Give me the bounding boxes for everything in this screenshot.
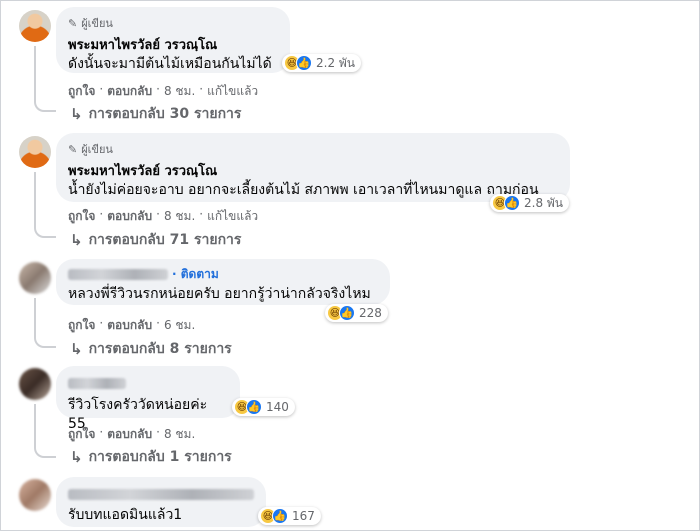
separator-dot: ·	[156, 207, 160, 221]
author-badge-label: ผู้เขียน	[81, 143, 113, 156]
separator-dot: ·	[156, 82, 160, 96]
reaction-summary[interactable]: 😆 👍 140	[232, 398, 295, 416]
reply-arrow-icon: ↳	[70, 105, 83, 123]
separator-dot: ·	[99, 316, 104, 330]
avatar[interactable]	[19, 368, 51, 400]
comment-text: รับบทแอดมินแล้ว1	[68, 507, 183, 523]
commenter-name[interactable]: พระมหาไพรวัลย์ วรวณฺโณ	[68, 34, 278, 55]
like-reaction-icon: 👍	[272, 508, 288, 524]
commenter-name-blurred[interactable]	[68, 269, 168, 280]
reply-button[interactable]: ตอบกลับ	[107, 316, 152, 335]
comment-actions: ถูกใจ · ตอบกลับ · 8 ชม. · แก้ไขแล้ว	[68, 207, 258, 226]
separator-dot: ·	[156, 425, 160, 439]
author-badge-label: ผู้เขียน	[81, 17, 113, 30]
commenter-name-blurred[interactable]	[68, 378, 126, 389]
pencil-icon: ✎	[68, 142, 78, 156]
replies-label: การตอบกลับ 71 รายการ	[88, 232, 242, 248]
like-reaction-icon: 👍	[246, 399, 262, 415]
reaction-count: 140	[266, 400, 289, 414]
separator-dot: ·	[199, 207, 204, 221]
reaction-count: 2.2 พัน	[316, 55, 356, 70]
thread-line	[34, 46, 56, 112]
reply-arrow-icon: ↳	[70, 231, 83, 249]
like-button[interactable]: ถูกใจ	[68, 207, 95, 226]
timestamp[interactable]: 6 ชม.	[164, 316, 195, 335]
edited-label: แก้ไขแล้ว	[207, 84, 259, 98]
follow-button[interactable]: · ติดตาม	[172, 265, 219, 284]
timestamp[interactable]: 8 ชม.	[164, 425, 195, 444]
separator-dot: ·	[199, 82, 204, 96]
like-button[interactable]: ถูกใจ	[68, 425, 95, 444]
thread-line	[34, 404, 56, 458]
reaction-summary[interactable]: 😆 👍 2.8 พัน	[490, 194, 570, 212]
commenter-name-blurred[interactable]	[68, 489, 254, 500]
comment-bubble: ✎ ผู้เขียน พระมหาไพรวัลย์ วรวณฺโณ ดังนั้…	[56, 7, 290, 73]
like-button[interactable]: ถูกใจ	[68, 316, 95, 335]
avatar[interactable]	[19, 10, 51, 42]
replies-label: การตอบกลับ 1 รายการ	[88, 449, 232, 465]
comment-bubble: รีวิวโรงครัววัดหน่อยค่ะ 55	[56, 366, 240, 432]
reaction-count: 2.8 พัน	[524, 195, 564, 210]
pencil-icon: ✎	[68, 16, 78, 30]
avatar[interactable]	[19, 479, 51, 511]
reply-button[interactable]: ตอบกลับ	[107, 82, 152, 101]
thread-line	[34, 172, 56, 238]
like-reaction-icon: 👍	[339, 305, 355, 321]
comment-actions: ถูกใจ · ตอบกลับ · 8 ชม.	[68, 425, 195, 444]
edited-label: แก้ไขแล้ว	[207, 209, 259, 223]
view-replies-button[interactable]: ↳ การตอบกลับ 1 รายการ	[70, 446, 232, 468]
view-replies-button[interactable]: ↳ การตอบกลับ 8 รายการ	[70, 338, 232, 360]
reply-button[interactable]: ตอบกลับ	[107, 207, 152, 226]
separator-dot: ·	[156, 316, 160, 330]
reaction-count: 228	[359, 306, 382, 320]
author-badge: ✎ ผู้เขียน	[68, 14, 278, 32]
reaction-count: 167	[292, 509, 315, 523]
view-replies-button[interactable]: ↳ การตอบกลับ 71 รายการ	[70, 229, 241, 251]
reaction-summary[interactable]: 😆 👍 2.2 พัน	[282, 54, 362, 72]
avatar[interactable]	[19, 262, 51, 294]
reply-arrow-icon: ↳	[70, 448, 83, 466]
like-reaction-icon: 👍	[504, 195, 520, 211]
comment-text: น้ำยังไม่ค่อยจะอาบ อยากจะเลี้ยงต้นไม้ สภ…	[68, 182, 539, 198]
timestamp[interactable]: 8 ชม.	[164, 82, 195, 101]
view-replies-button[interactable]: ↳ การตอบกลับ 30 รายการ	[70, 103, 241, 125]
thread-line	[34, 298, 56, 348]
like-button[interactable]: ถูกใจ	[68, 82, 95, 101]
commenter-header: · ติดตาม	[68, 265, 378, 284]
follow-label: ติดตาม	[180, 267, 219, 281]
comment-text: หลวงพี่รีวิวนรกหน่อยครับ อยากรู้ว่าน่ากล…	[68, 286, 371, 302]
commenter-header	[68, 373, 228, 392]
like-reaction-icon: 👍	[296, 55, 312, 71]
commenter-header	[68, 484, 254, 503]
replies-label: การตอบกลับ 30 รายการ	[88, 106, 242, 122]
avatar[interactable]	[19, 136, 51, 168]
comment-text: ดังนั้นจะมามีต้นไม้เหมือนกันไม่ได้	[68, 56, 272, 72]
comment-bubble: รับบทแอดมินแล้ว1	[56, 477, 266, 527]
commenter-name[interactable]: พระมหาไพรวัลย์ วรวณฺโณ	[68, 160, 558, 181]
reaction-summary[interactable]: 😆 👍 167	[258, 507, 321, 525]
comment-actions: ถูกใจ · ตอบกลับ · 6 ชม.	[68, 316, 195, 335]
separator-dot: ·	[99, 425, 104, 439]
comment-bubble: ✎ ผู้เขียน พระมหาไพรวัลย์ วรวณฺโณ น้ำยัง…	[56, 133, 570, 202]
reply-arrow-icon: ↳	[70, 340, 83, 358]
separator-dot: ·	[99, 207, 104, 221]
replies-label: การตอบกลับ 8 รายการ	[88, 341, 232, 357]
separator-dot: ·	[99, 82, 104, 96]
reaction-summary[interactable]: 😆 👍 228	[325, 304, 388, 322]
reply-button[interactable]: ตอบกลับ	[107, 425, 152, 444]
author-badge: ✎ ผู้เขียน	[68, 140, 558, 158]
comment-bubble: · ติดตาม หลวงพี่รีวิวนรกหน่อยครับ อยากรู…	[56, 259, 390, 305]
timestamp[interactable]: 8 ชม.	[164, 207, 195, 226]
comment-actions: ถูกใจ · ตอบกลับ · 8 ชม. · แก้ไขแล้ว	[68, 82, 258, 101]
